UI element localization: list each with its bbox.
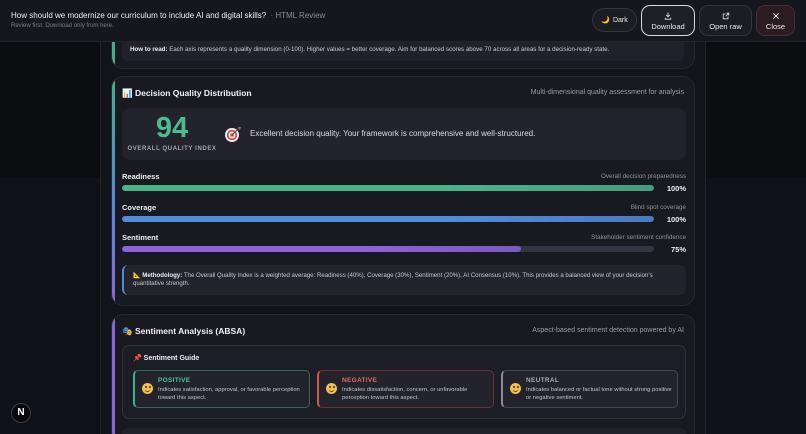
download-button[interactable]: Download <box>641 5 695 36</box>
moon-icon: 🌙 <box>601 17 610 24</box>
metric-bar <box>122 216 654 222</box>
positive-guide-box: POSITIVE Indicates satisfaction, approva… <box>133 370 310 408</box>
theater-masks-icon: 🎭 <box>122 326 133 336</box>
sentiment-analysis-card: 🎭 Sentiment Analysis (ABSA) Aspect-based… <box>111 314 695 434</box>
positive-label: POSITIVE <box>158 377 191 384</box>
metric-readiness: Readiness Overall decision preparedness … <box>122 172 686 196</box>
download-label: Download <box>651 22 685 31</box>
metric-name: Coverage <box>122 203 157 212</box>
page-title-text: How should we modernize our curriculum t… <box>11 11 267 20</box>
positive-description: Indicates satisfaction, approval, or fav… <box>158 387 300 401</box>
metric-value: 75% <box>670 245 686 254</box>
target-icon <box>225 127 241 142</box>
open-raw-label: Open raw <box>709 22 742 31</box>
how-to-read-label: How to read: <box>130 46 168 53</box>
sentiment-guide-title: 📌 Sentiment Guide <box>133 355 200 362</box>
methodology-text: The Overall Quality Index is a weighted … <box>133 272 653 287</box>
dark-mode-toggle[interactable]: 🌙 Dark <box>592 8 637 32</box>
sentiment-guide: 📌 Sentiment Guide POSITIVE Indicates sat… <box>122 345 686 419</box>
neutral-description: Indicates balanced or factual tone witho… <box>526 387 672 401</box>
page-title-suffix: · HTML Review <box>270 11 326 20</box>
close-label: Close <box>765 22 786 31</box>
aspect-list-preview <box>122 428 686 434</box>
metric-sentiment: Sentiment Stakeholder sentiment confiden… <box>122 233 686 257</box>
sentiment-subtitle: Aspect-based sentiment detection powered… <box>532 327 684 334</box>
quality-title: 📊 Decision Quality Distribution <box>122 88 252 99</box>
how-to-read-text: Each axis represents a quality dimension… <box>169 46 610 53</box>
card-accent <box>112 315 115 434</box>
dark-mode-label: Dark <box>612 16 628 24</box>
overall-score-label: OVERALL QUALITY INDEX <box>127 146 217 152</box>
quality-title-text: Decision Quality Distribution <box>134 88 252 98</box>
metric-value: 100% <box>666 184 686 193</box>
close-button[interactable]: Close <box>756 5 795 36</box>
open-raw-button[interactable]: Open raw <box>699 5 752 36</box>
negative-label: NEGATIVE <box>342 377 378 384</box>
metric-bar-fill <box>122 185 654 191</box>
page-title: How should we modernize our curriculum t… <box>11 11 325 20</box>
quality-distribution-card: 📊 Decision Quality Distribution Multi-di… <box>111 76 695 306</box>
negative-guide-box: NEGATIVE Indicates dissatisfaction, conc… <box>317 370 494 408</box>
neutral-face-icon <box>510 383 521 394</box>
frown-icon <box>326 383 337 394</box>
negative-description: Indicates dissatisfaction, concern, or u… <box>342 387 468 401</box>
metric-description: Stakeholder sentiment confidence <box>591 234 686 241</box>
download-icon <box>642 12 694 22</box>
close-icon <box>757 12 794 22</box>
metric-value: 100% <box>666 215 686 224</box>
app-badge[interactable]: N <box>11 403 31 423</box>
overall-score-panel: 94 OVERALL QUALITY INDEX Excellent decis… <box>122 108 686 160</box>
metric-description: Blind spot coverage <box>630 204 686 211</box>
neutral-label: NEUTRAL <box>526 377 560 384</box>
metric-bar <box>122 185 654 191</box>
metric-name: Sentiment <box>122 233 159 242</box>
metric-bar <box>122 246 654 252</box>
metric-coverage: Coverage Blind spot coverage 100% <box>122 203 686 227</box>
smiley-icon <box>142 383 153 394</box>
card-accent <box>112 77 115 305</box>
quality-subtitle: Multi-dimensional quality assessment for… <box>530 89 684 96</box>
methodology-label: 📐 Methodology: <box>133 272 183 279</box>
neutral-guide-box: NEUTRAL Indicates balanced or factual to… <box>501 370 678 408</box>
chart-icon: 📊 <box>122 88 133 98</box>
metric-bar-fill <box>122 216 654 222</box>
metric-description: Overall decision preparedness <box>600 173 686 180</box>
sentiment-title: 🎭 Sentiment Analysis (ABSA) <box>122 326 245 337</box>
sentiment-title-text: Sentiment Analysis (ABSA) <box>134 326 246 336</box>
metric-bar-fill <box>122 246 521 252</box>
methodology-note: 📐 Methodology: The Overall Quality Index… <box>122 265 686 295</box>
metric-name: Readiness <box>122 172 160 181</box>
external-link-icon <box>700 12 751 22</box>
page-subtitle: Review first. Download only from here. <box>11 23 114 29</box>
review-header: How should we modernize our curriculum t… <box>0 0 806 42</box>
quality-message: Excellent decision quality. Your framewo… <box>250 129 536 138</box>
overall-score-value: 94 <box>155 112 189 144</box>
